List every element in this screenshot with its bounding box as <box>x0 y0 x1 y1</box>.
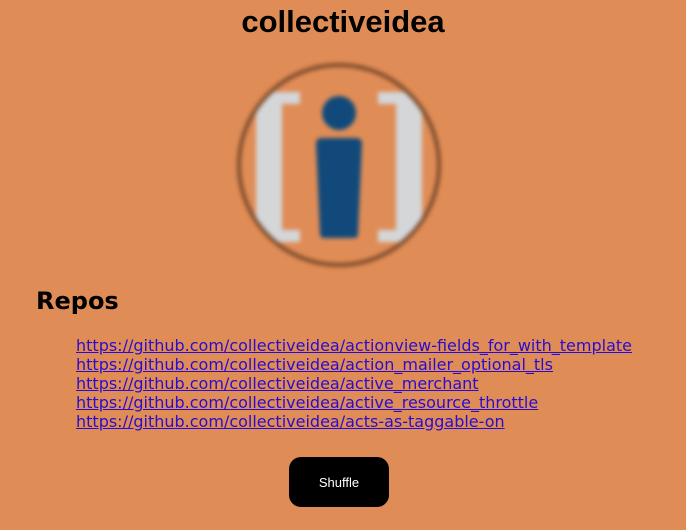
repo-link[interactable]: https://github.com/collectiveidea/action… <box>76 355 553 374</box>
list-item: https://github.com/collectiveidea/active… <box>76 393 632 412</box>
repo-link[interactable]: https://github.com/collectiveidea/action… <box>76 336 632 355</box>
repo-link[interactable]: https://github.com/collectiveidea/active… <box>76 393 538 412</box>
repos-heading: Repos <box>36 287 119 315</box>
list-item: https://github.com/collectiveidea/action… <box>76 336 632 355</box>
shuffle-button[interactable]: Shuffle <box>289 457 389 507</box>
collectiveidea-logo-icon <box>237 63 441 267</box>
repo-list: https://github.com/collectiveidea/action… <box>76 336 632 431</box>
repo-link[interactable]: https://github.com/collectiveidea/active… <box>76 374 479 393</box>
page-title: collectiveidea <box>241 4 445 39</box>
avatar <box>236 62 442 268</box>
list-item: https://github.com/collectiveidea/active… <box>76 374 632 393</box>
repo-link[interactable]: https://github.com/collectiveidea/acts-a… <box>76 412 505 431</box>
list-item: https://github.com/collectiveidea/acts-a… <box>76 412 632 431</box>
list-item: https://github.com/collectiveidea/action… <box>76 355 632 374</box>
